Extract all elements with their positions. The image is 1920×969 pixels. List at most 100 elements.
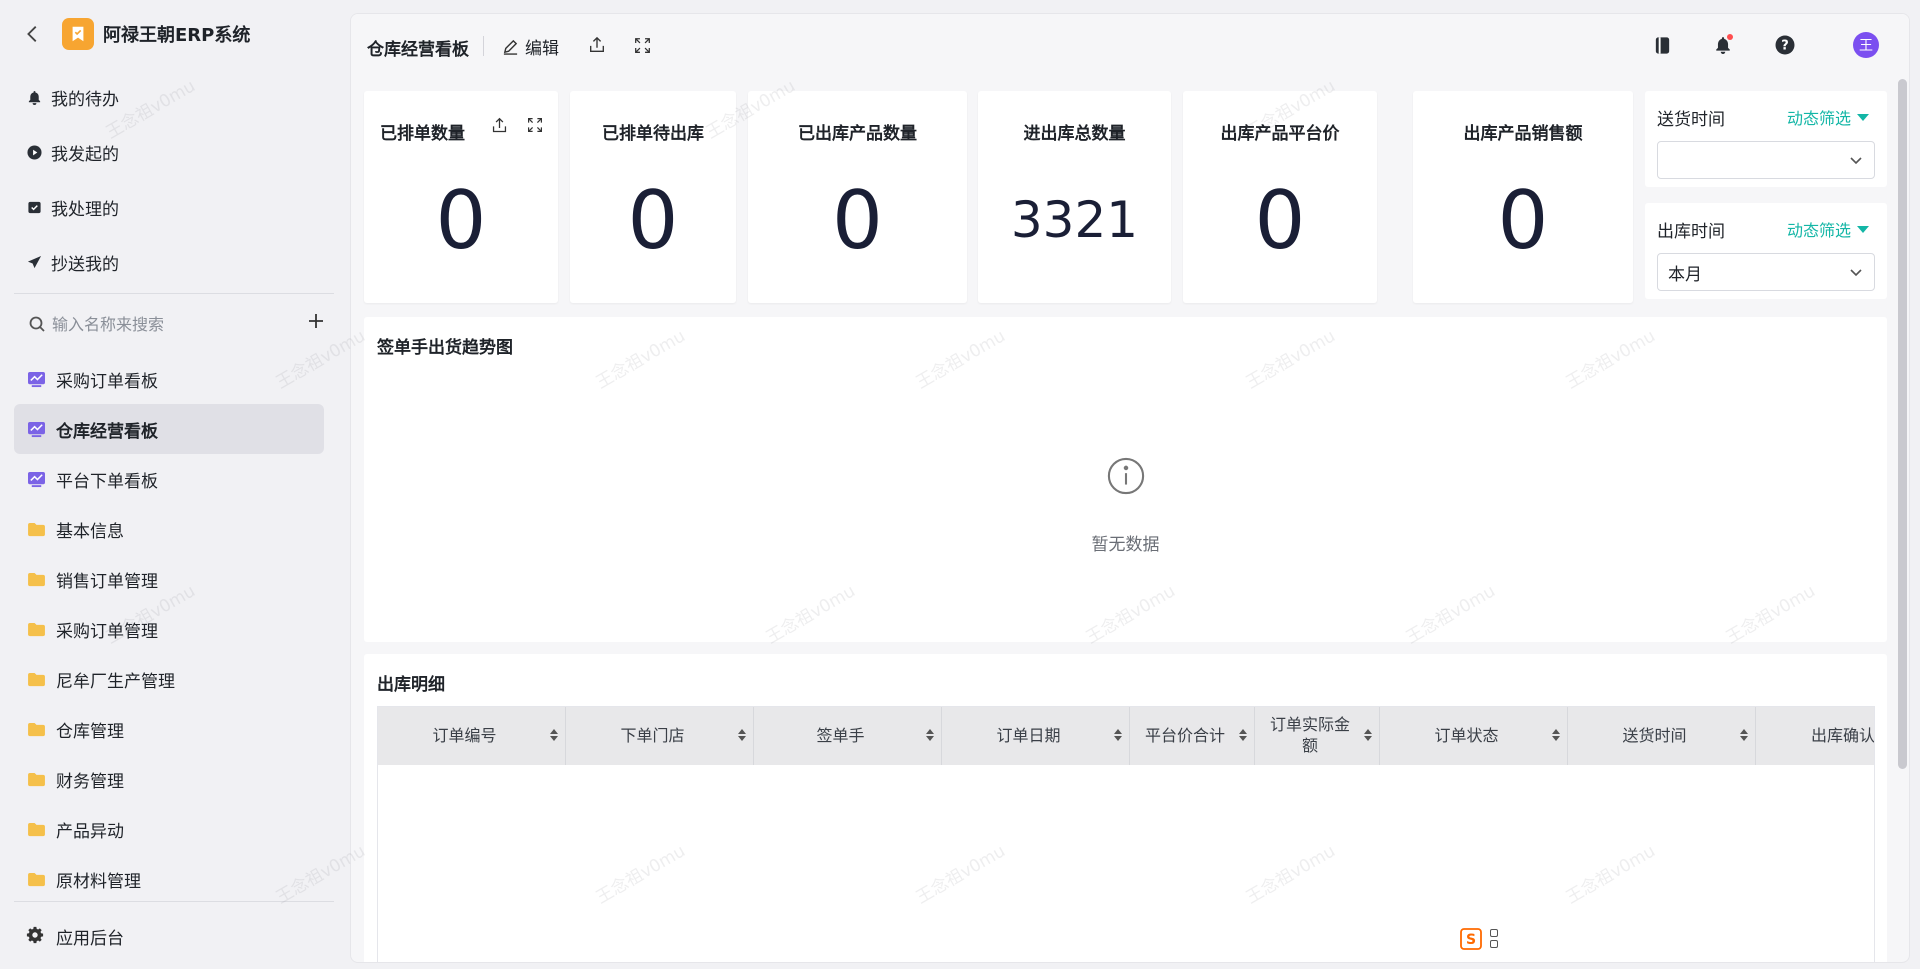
quick-nav-label: 我的待办 <box>51 90 119 110</box>
sidebar-item-product-changes[interactable]: 产品异动 <box>14 804 324 854</box>
folder-icon <box>26 620 46 638</box>
quick-nav-todo[interactable]: 我的待办 <box>14 70 334 125</box>
dynamic-filter-toggle[interactable]: 动态筛选 <box>1787 105 1869 129</box>
quick-nav-label: 抄送我的 <box>51 255 119 275</box>
sidebar-item-sales-orders[interactable]: 销售订单管理 <box>14 554 324 604</box>
sidebar-divider <box>14 901 334 902</box>
sidebar-divider <box>14 293 334 294</box>
topbar-separator <box>483 36 484 56</box>
main-panel: 仓库经营看板 编辑 ? 王 已排单数量 0 已排单待出库 0 已出库产品数量 0… <box>350 13 1910 963</box>
quick-nav-label: 我发起的 <box>51 145 119 165</box>
stat-title: 已排单待出库 <box>602 124 704 144</box>
play-circle-icon <box>26 145 42 161</box>
quick-nav-initiated[interactable]: 我发起的 <box>14 125 334 180</box>
column-header[interactable]: 下单门店 <box>566 707 754 765</box>
main-scrollbar[interactable] <box>1898 79 1907 769</box>
folder-icon <box>26 770 46 788</box>
edit-button[interactable]: 编辑 <box>502 33 559 59</box>
column-header[interactable]: 平台价合计 <box>1130 707 1255 765</box>
search-input[interactable] <box>52 314 272 334</box>
sidebar-item-basic-info[interactable]: 基本信息 <box>14 504 324 554</box>
corner-widget[interactable]: S <box>1460 928 1500 950</box>
sidebar-item-factory-production[interactable]: 尼牟厂生产管理 <box>14 654 324 704</box>
fullscreen-icon[interactable] <box>526 116 544 134</box>
toolbar-icon <box>1490 929 1500 949</box>
card-actions <box>490 116 544 134</box>
quick-nav-cc[interactable]: 抄送我的 <box>14 235 334 290</box>
table-header: 订单编号 下单门店 签单手 订单日期 平台价合计 订单实际金额 订单状态 送货时… <box>378 707 1874 765</box>
avatar[interactable]: 王 <box>1853 32 1879 58</box>
app-admin-label: 应用后台 <box>56 928 124 949</box>
column-header[interactable]: 签单手 <box>754 707 942 765</box>
sort-icon <box>926 729 934 743</box>
inbox-check-icon <box>26 200 42 216</box>
sidebar-item-purchase-orders[interactable]: 采购订单管理 <box>14 604 324 654</box>
data-table: 订单编号 下单门店 签单手 订单日期 平台价合计 订单实际金额 订单状态 送货时… <box>377 706 1875 962</box>
add-icon[interactable] <box>306 310 326 336</box>
chevron-left-icon[interactable] <box>22 20 44 48</box>
info-icon <box>1107 457 1145 495</box>
sort-icon <box>1740 729 1748 743</box>
panel-title: 签单手出货趋势图 <box>377 338 513 358</box>
notebook-icon[interactable] <box>1651 34 1673 56</box>
stat-value: 0 <box>832 174 883 267</box>
quick-nav-processed[interactable]: 我处理的 <box>14 180 334 235</box>
column-header[interactable]: 出库确认 <box>1756 707 1874 765</box>
sidebar-item-label: 采购订单看板 <box>56 371 158 392</box>
column-header[interactable]: 订单实际金额 <box>1255 707 1380 765</box>
dashboard-icon <box>26 470 46 488</box>
sidebar-item-label: 销售订单管理 <box>56 571 158 592</box>
outbound-detail-panel: 出库明细 订单编号 下单门店 签单手 订单日期 平台价合计 订单实际金额 订单状… <box>364 654 1887 962</box>
column-label: 下单门店 <box>620 725 685 745</box>
column-header[interactable]: 送货时间 <box>1568 707 1756 765</box>
sidebar-item-platform-dashboard[interactable]: 平台下单看板 <box>14 454 324 504</box>
sidebar: 阿禄王朝ERP系统 我的待办 我发起的 我处理的 抄送我的 输入名称来搜索 采购… <box>0 0 350 969</box>
fullscreen-icon[interactable] <box>631 34 653 56</box>
column-label: 平台价合计 <box>1144 725 1225 745</box>
column-label: 订单实际金额 <box>1269 715 1350 755</box>
stat-card-pending-outbound: 已排单待出库 0 <box>570 91 736 303</box>
filter-label: 送货时间 <box>1657 110 1725 130</box>
share-icon[interactable] <box>490 116 508 134</box>
sidebar-item-purchase-dashboard[interactable]: 采购订单看板 <box>14 354 324 404</box>
sidebar-item-label: 财务管理 <box>56 771 124 792</box>
stat-title: 出库产品平台价 <box>1220 124 1340 144</box>
sidebar-item-warehouse-dashboard[interactable]: 仓库经营看板 <box>14 404 324 454</box>
sidebar-item-warehouse[interactable]: 仓库管理 <box>14 704 324 754</box>
svg-text:?: ? <box>1781 39 1789 54</box>
topbar: 仓库经营看板 编辑 ? 王 <box>351 14 1909 77</box>
stat-card-sales-amount: 出库产品销售额 0 <box>1413 91 1633 303</box>
stat-card-scheduled: 已排单数量 0 <box>364 91 558 303</box>
help-icon[interactable]: ? <box>1774 34 1796 56</box>
caret-down-icon <box>1857 225 1869 233</box>
folder-icon <box>26 570 46 588</box>
sidebar-item-label: 原材料管理 <box>56 871 141 892</box>
app-header: 阿禄王朝ERP系统 <box>0 0 350 68</box>
sidebar-item-label: 采购订单管理 <box>56 621 158 642</box>
dynamic-filter-toggle[interactable]: 动态筛选 <box>1787 217 1869 241</box>
stat-value: 0 <box>627 174 679 267</box>
delivery-time-select[interactable] <box>1657 141 1875 179</box>
column-label: 订单状态 <box>1434 725 1499 745</box>
dynamic-filter-label: 动态筛选 <box>1786 221 1851 240</box>
column-header[interactable]: 订单日期 <box>942 707 1130 765</box>
app-admin-button[interactable]: 应用后台 <box>14 914 334 958</box>
sidebar-item-label: 产品异动 <box>56 821 124 842</box>
share-icon[interactable] <box>586 34 608 56</box>
outbound-time-select[interactable]: 本月 <box>1657 253 1875 291</box>
dashboard-icon <box>26 370 46 388</box>
page-title: 仓库经营看板 <box>367 40 469 60</box>
column-header[interactable]: 订单编号 <box>378 707 566 765</box>
column-header[interactable]: 订单状态 <box>1380 707 1568 765</box>
column-label: 签单手 <box>816 725 865 745</box>
sort-icon <box>738 729 746 743</box>
s-logo-icon: S <box>1460 928 1482 950</box>
stat-title: 已排单数量 <box>380 124 465 144</box>
sidebar-item-raw-materials[interactable]: 原材料管理 <box>14 854 324 904</box>
bell-icon[interactable] <box>1712 34 1734 56</box>
column-label: 送货时间 <box>1622 725 1687 745</box>
quick-nav-label: 我处理的 <box>51 200 119 220</box>
sidebar-item-finance[interactable]: 财务管理 <box>14 754 324 804</box>
chevron-down-icon <box>1850 269 1862 277</box>
edit-icon <box>503 39 518 55</box>
